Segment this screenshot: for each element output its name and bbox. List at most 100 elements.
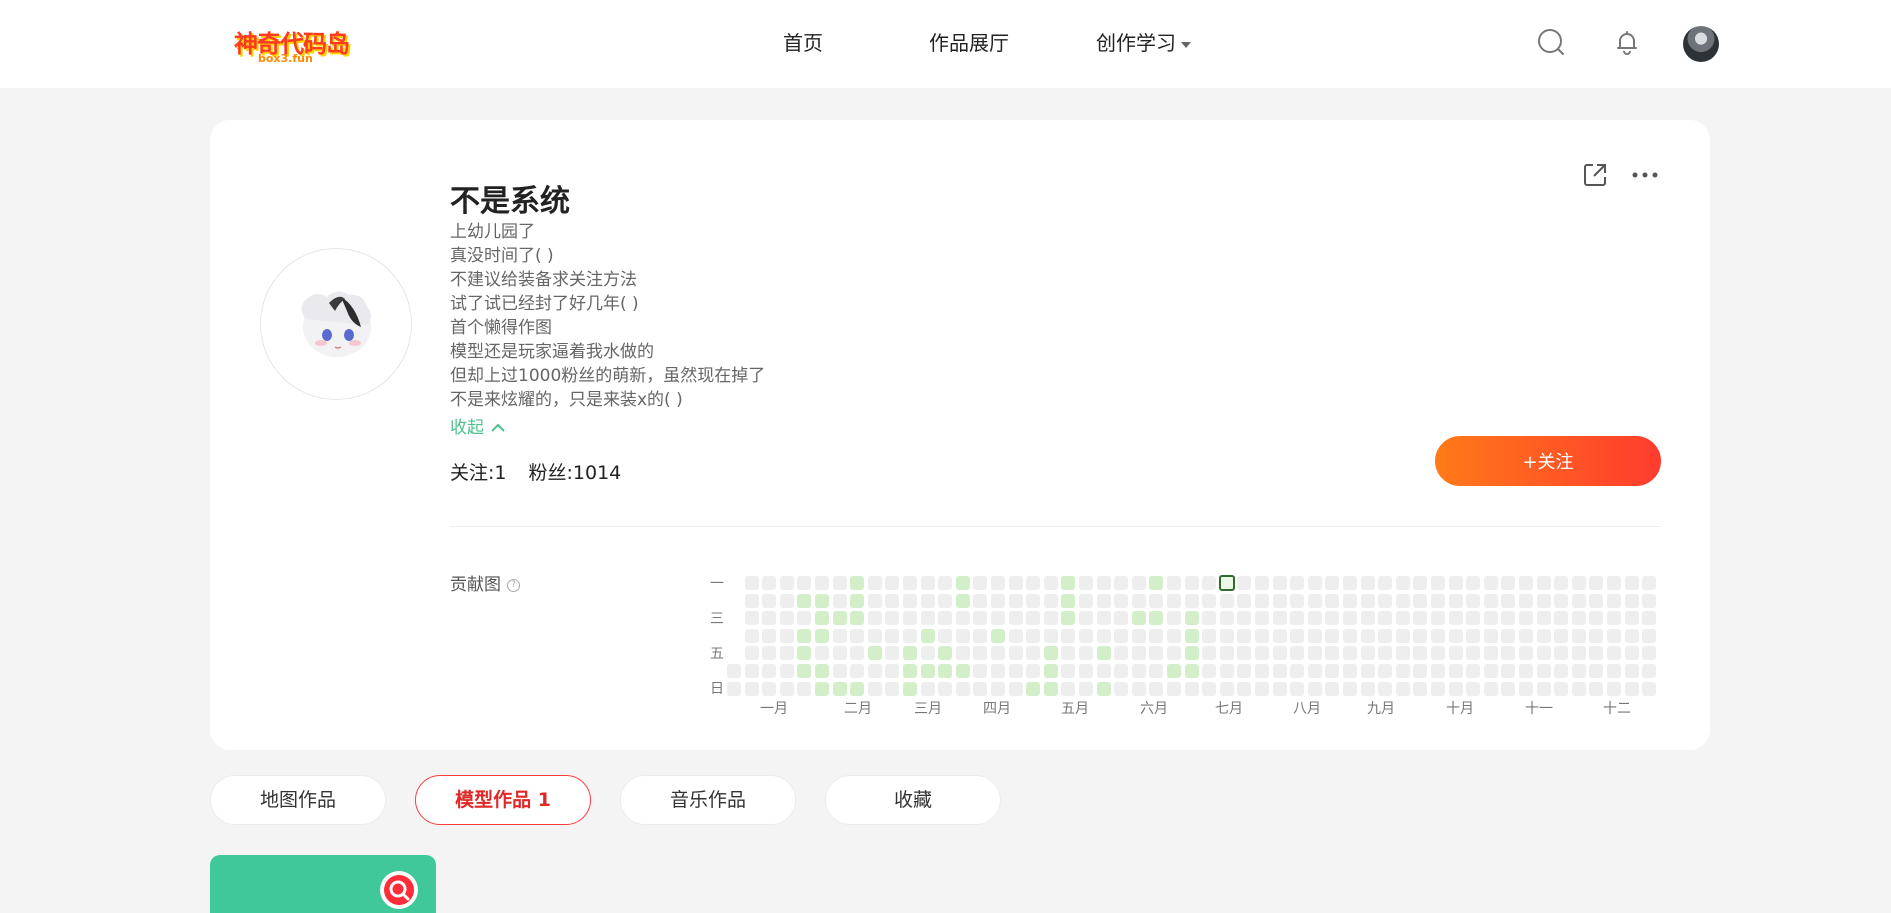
contribution-cell (1114, 593, 1129, 608)
contribution-cell (885, 628, 900, 643)
contribution-cell (832, 611, 847, 626)
contribution-cell (1519, 611, 1533, 626)
contribution-cell (1554, 681, 1569, 696)
collapse-bio-toggle[interactable]: 收起 (450, 413, 506, 438)
following-count[interactable]: 关注:1 (450, 462, 507, 484)
bio-line: 不是来炫耀的，只是来装x的( ) (450, 390, 683, 410)
contribution-cell (1360, 593, 1375, 608)
contribution-cell (903, 611, 917, 626)
contribution-cell (955, 628, 970, 643)
contribution-cell (1043, 593, 1058, 608)
contribution-cell (1483, 576, 1498, 590)
user-avatar[interactable] (1683, 26, 1719, 62)
contribution-cell (1554, 628, 1569, 643)
search-icon[interactable] (1536, 27, 1566, 57)
contribution-cell (1008, 576, 1023, 590)
contribution-cell (1483, 628, 1498, 643)
contribution-cell (815, 628, 829, 643)
contribution-cell (1413, 611, 1428, 626)
site-logo[interactable]: 神奇代码岛 box3.fun (234, 24, 354, 65)
contribution-cell (1343, 628, 1357, 643)
contribution-cell (991, 611, 1005, 626)
contribution-cell (1431, 576, 1445, 590)
contribution-cell (973, 681, 988, 696)
contribution-cell (1325, 593, 1340, 608)
contribution-cell (1554, 593, 1569, 608)
contribution-cell (1607, 646, 1621, 661)
nav-learn[interactable]: 创作学习 (1096, 27, 1191, 56)
contribution-cell (1043, 576, 1058, 590)
contribution-cell (1026, 611, 1041, 626)
tab-map-works[interactable]: 地图作品 (210, 775, 386, 825)
contribution-cell (1589, 646, 1604, 661)
contribution-cell (1501, 646, 1516, 661)
contribution-cell (867, 664, 882, 678)
contribution-cell (1114, 646, 1129, 661)
contribution-cell (1149, 593, 1164, 608)
month-label: 四月 (983, 701, 1011, 717)
contribution-cell (1325, 628, 1340, 643)
tab-model-works[interactable]: 模型作品 1 (415, 775, 591, 825)
contribution-cell (973, 611, 988, 626)
nav-gallery[interactable]: 作品展厅 (929, 27, 1009, 56)
contribution-cell (1343, 611, 1357, 626)
contribution-cell (1589, 628, 1604, 643)
contribution-cell (1607, 576, 1621, 590)
contribution-cell (1255, 646, 1269, 661)
help-icon[interactable]: ? (507, 578, 520, 592)
contribution-cell (920, 628, 935, 643)
contribution-cell (1624, 681, 1639, 696)
contribution-cell (1624, 646, 1639, 661)
contribution-cell (744, 576, 759, 590)
month-label: 八月 (1293, 701, 1321, 717)
followers-count[interactable]: 粉丝:1014 (529, 462, 622, 484)
contribution-cell (1218, 575, 1235, 591)
contribution-cell (1554, 611, 1569, 626)
contribution-cell (1272, 576, 1287, 590)
contribution-cell (991, 593, 1005, 608)
contribution-cell (1290, 611, 1305, 626)
contribution-cell (1131, 628, 1146, 643)
contribution-cell (1589, 611, 1604, 626)
tab-favorites[interactable]: 收藏 (825, 775, 1001, 825)
contribution-cell (1272, 681, 1287, 696)
contribution-cell (1378, 646, 1393, 661)
contribution-cell (938, 593, 953, 608)
contribution-cell (815, 646, 829, 661)
contribution-cell (991, 664, 1005, 678)
contribution-cell (1079, 681, 1093, 696)
contribution-cell (815, 611, 829, 626)
contribution-cell (1008, 681, 1023, 696)
bell-icon[interactable] (1612, 27, 1642, 57)
follow-button[interactable]: +关注 (1435, 436, 1661, 486)
contribution-cell (1026, 628, 1041, 643)
contribution-cell (1501, 681, 1516, 696)
work-card[interactable] (210, 855, 436, 913)
month-label: 十一 (1525, 701, 1553, 717)
contribution-cell (1536, 576, 1551, 590)
more-icon[interactable] (1630, 162, 1660, 188)
contribution-cell (1255, 611, 1269, 626)
contribution-cell (1536, 664, 1551, 678)
nav-home[interactable]: 首页 (783, 27, 823, 56)
contribution-cell (815, 681, 829, 696)
contribution-cell (1448, 664, 1463, 678)
contribution-cell (1395, 628, 1410, 643)
tab-music-works[interactable]: 音乐作品 (620, 775, 796, 825)
contribution-cell (1131, 646, 1146, 661)
contribution-cell (1061, 576, 1076, 590)
contribution-cell (744, 681, 759, 696)
share-icon[interactable] (1582, 162, 1608, 188)
contribution-cell (1167, 611, 1181, 626)
contribution-cell (1607, 628, 1621, 643)
nav-gallery-label: 作品展厅 (929, 31, 1009, 55)
bio-line: 不建议给装备求关注方法 (450, 270, 637, 290)
work-badge (380, 871, 418, 909)
contribution-cell (1413, 681, 1428, 696)
collapse-label: 收起 (450, 418, 484, 438)
contribution-cell (955, 576, 970, 590)
contribution-cell (1026, 576, 1041, 590)
contribution-cell (1079, 593, 1093, 608)
contribution-cell (1272, 611, 1287, 626)
contribution-cell (762, 576, 777, 590)
